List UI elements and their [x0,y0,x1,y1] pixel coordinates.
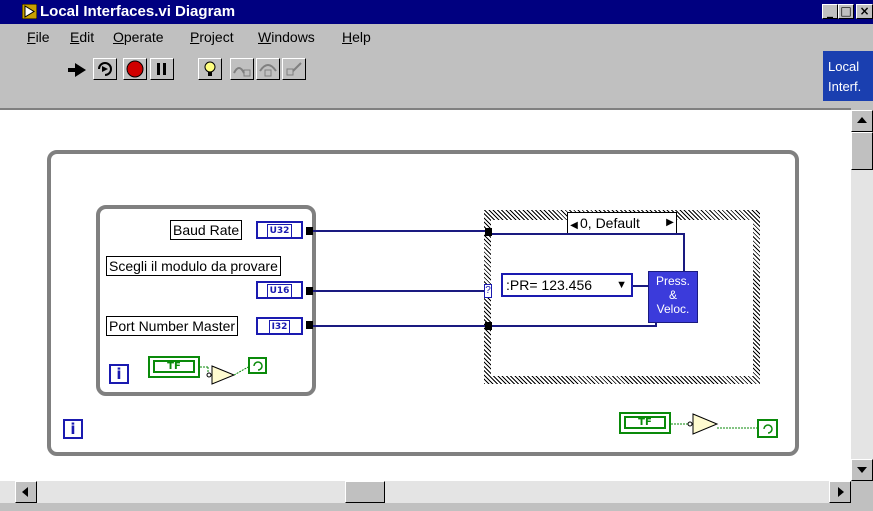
inner-not-gate-icon[interactable] [200,358,280,388]
abort-button[interactable] [123,58,147,80]
case-structure-interior [491,220,753,376]
menu-operate[interactable]: Operate [113,29,164,45]
baud-rate-wire [312,230,488,232]
baud-rate-terminal[interactable]: U32 [256,221,303,239]
module-select-tunnel [306,287,313,295]
vertical-scroll-thumb[interactable] [851,132,873,170]
case-next-arrow-icon[interactable]: ▶ [664,213,676,233]
baud-rate-tunnel [306,227,313,235]
scroll-up-button[interactable] [851,110,873,132]
highlight-bulb-icon [204,61,216,76]
port-number-master-type: I32 [268,320,291,334]
ring-output-wire [633,285,648,287]
port-number-master-terminal[interactable]: I32 [256,317,303,335]
case-selector-tunnel[interactable]: ? [484,284,492,298]
horizontal-scrollbar[interactable] [0,481,851,503]
outer-boolean-constant[interactable]: TF [619,412,671,434]
outer-stop-condition-icon[interactable] [757,419,779,439]
baud-rate-type: U32 [266,224,293,238]
ring-dropdown-arrow-icon[interactable]: ▼ [616,275,627,295]
module-select-label[interactable]: Scegli il modulo da provare [106,256,281,276]
case-baud-tunnel [485,228,492,236]
module-select-wire [312,290,488,292]
case-baud-wire [492,233,683,235]
up-arrow-icon [857,117,867,123]
menu-project[interactable]: Project [190,29,234,45]
press-veloc-subvi[interactable]: Press. & Veloc. [648,271,698,323]
run-continuously-button[interactable] [93,58,117,80]
port-number-tunnel [306,321,313,329]
step-out-button[interactable] [282,58,306,80]
minimize-button[interactable]: _ [822,4,838,19]
menu-edit[interactable]: Edit [70,29,94,45]
window-title: Local Interfaces.vi Diagram [40,3,236,20]
pr-ring-constant[interactable]: :PR= 123.456 ▼ [501,273,633,297]
subvi-line2: & [668,288,677,302]
menu-file[interactable]: File [27,29,50,45]
module-select-type: U16 [266,284,293,298]
left-arrow-icon [22,487,28,497]
subvi-line3: Veloc. [656,302,690,316]
run-arrow-icon[interactable] [66,60,88,80]
inner-boolean-constant[interactable]: TF [148,356,200,378]
module-select-terminal[interactable]: U16 [256,281,303,299]
down-arrow-icon [857,467,867,473]
close-button[interactable]: × [856,4,873,19]
subvi-line1: Press. [655,274,690,288]
case-port-wire [492,325,655,327]
case-port-tunnel [485,322,492,330]
step-over-button[interactable] [256,58,280,80]
scroll-down-button[interactable] [851,459,873,481]
vi-icon-label-line1: Local [828,59,860,74]
labview-app-icon[interactable] [22,4,37,19]
step-out-icon [286,62,302,76]
inner-boolean-label: TF [153,360,195,373]
case-selector-label[interactable]: ◀ 0, Default ▶ [567,212,677,234]
run-continuously-icon [98,62,112,76]
outer-not-gate-icon[interactable] [671,410,761,440]
inner-stop-condition-icon[interactable] [248,357,268,375]
abort-icon [126,60,144,78]
step-into-button[interactable] [230,58,254,80]
step-into-icon [233,67,251,77]
pause-button[interactable] [150,58,174,80]
scroll-left-button[interactable] [15,481,37,503]
scroll-right-button[interactable] [829,481,851,503]
highlight-execution-button[interactable] [198,58,222,80]
outer-boolean-label: TF [624,416,666,429]
menu-help[interactable]: Help [342,29,371,45]
inner-iteration-terminal[interactable]: i [109,364,129,384]
maximize-button[interactable]: □ [838,4,854,19]
step-over-icon [259,64,277,77]
pause-icon [157,63,166,75]
vi-icon-pane[interactable]: Local Interf. [823,51,873,101]
horizontal-scroll-thumb[interactable] [345,481,385,503]
pr-ring-value: :PR= 123.456 [506,277,593,293]
vi-icon-label-line2: Interf. [828,79,862,94]
port-number-wire [312,325,488,327]
port-number-master-label[interactable]: Port Number Master [106,316,239,336]
outer-iteration-terminal[interactable]: i [63,419,83,439]
case-selector-value: 0, Default [580,215,640,231]
case-baud-wire-v [683,233,685,273]
baud-rate-label[interactable]: Baud Rate [170,220,243,240]
menu-windows[interactable]: Windows [258,29,315,45]
right-arrow-icon [838,487,844,497]
